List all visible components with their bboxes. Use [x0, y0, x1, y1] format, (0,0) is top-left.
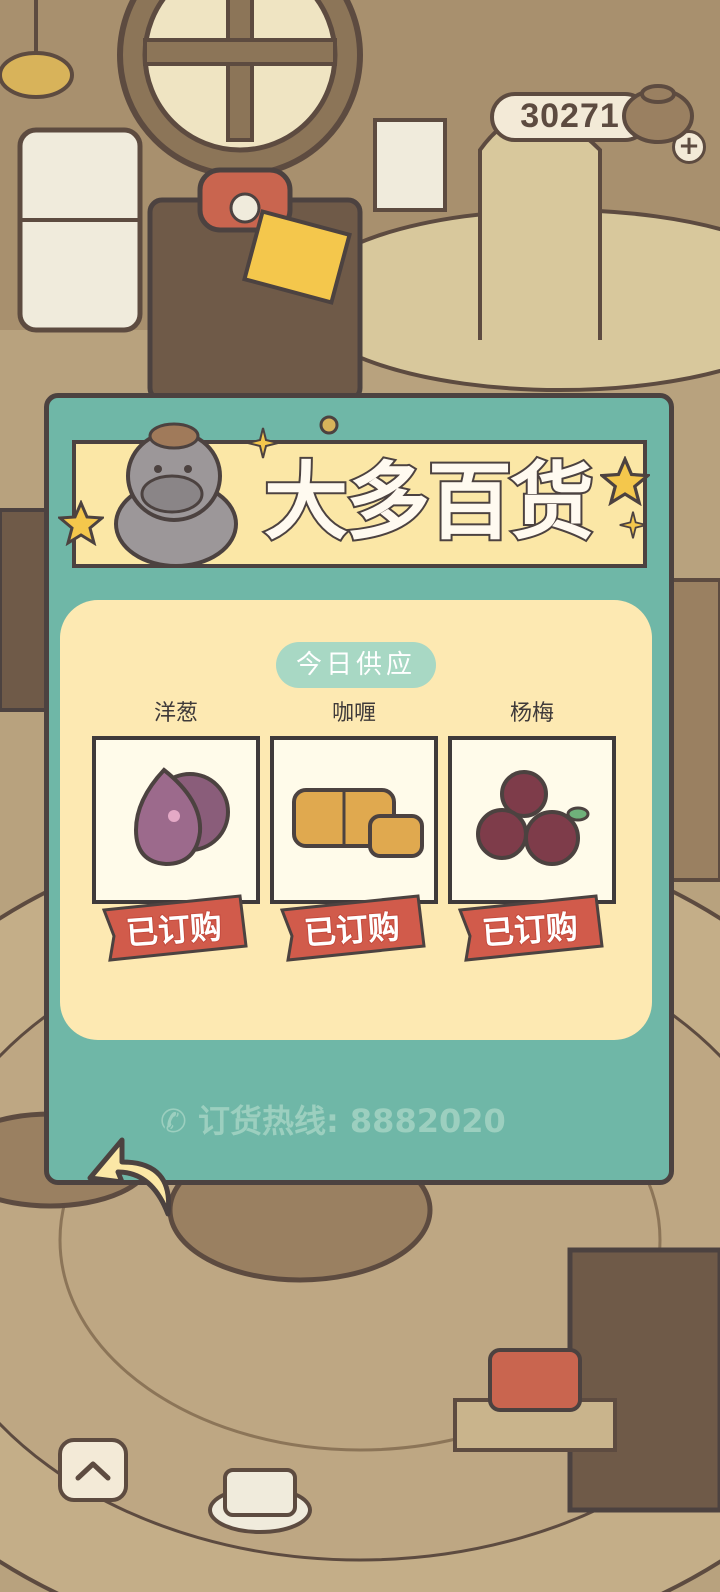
- onion-icon: [133, 767, 230, 867]
- today-supply-label: 今日供应: [276, 642, 436, 688]
- ordered-label-bayberry: 已订购: [480, 907, 580, 954]
- star-icon: [58, 500, 104, 546]
- coin-amount: 30271: [520, 97, 620, 135]
- hotline-number: 8882020: [349, 1102, 506, 1140]
- item-card-curry[interactable]: [270, 736, 438, 904]
- scroll-up-button[interactable]: [58, 1438, 128, 1502]
- order-hotline: ✆ 订货热线: 8882020: [160, 1098, 580, 1144]
- item-name-bayberry: 杨梅: [509, 701, 554, 726]
- ordered-label-onion: 已订购: [124, 907, 224, 954]
- item-name-curry: 咖喱: [331, 701, 376, 726]
- hippo-mascot-icon: [114, 422, 238, 568]
- item-card-onion[interactable]: [92, 736, 260, 904]
- shop-title: 大多百货: [262, 451, 596, 553]
- item-card-bayberry[interactable]: [448, 736, 616, 904]
- hotline-label: 订货热线:: [197, 1102, 339, 1140]
- sparkle-icon: [619, 511, 647, 539]
- curry-icon: [292, 788, 424, 858]
- item-name-onion: 洋葱: [153, 701, 198, 726]
- bayberry-icon: [476, 770, 590, 866]
- back-arrow-icon[interactable]: [82, 1132, 182, 1222]
- ordered-label-curry: 已订购: [302, 907, 402, 954]
- coin-pot-icon: [622, 84, 694, 144]
- chevron-up-icon: [75, 1461, 111, 1481]
- panel-pin-icon: [319, 415, 339, 435]
